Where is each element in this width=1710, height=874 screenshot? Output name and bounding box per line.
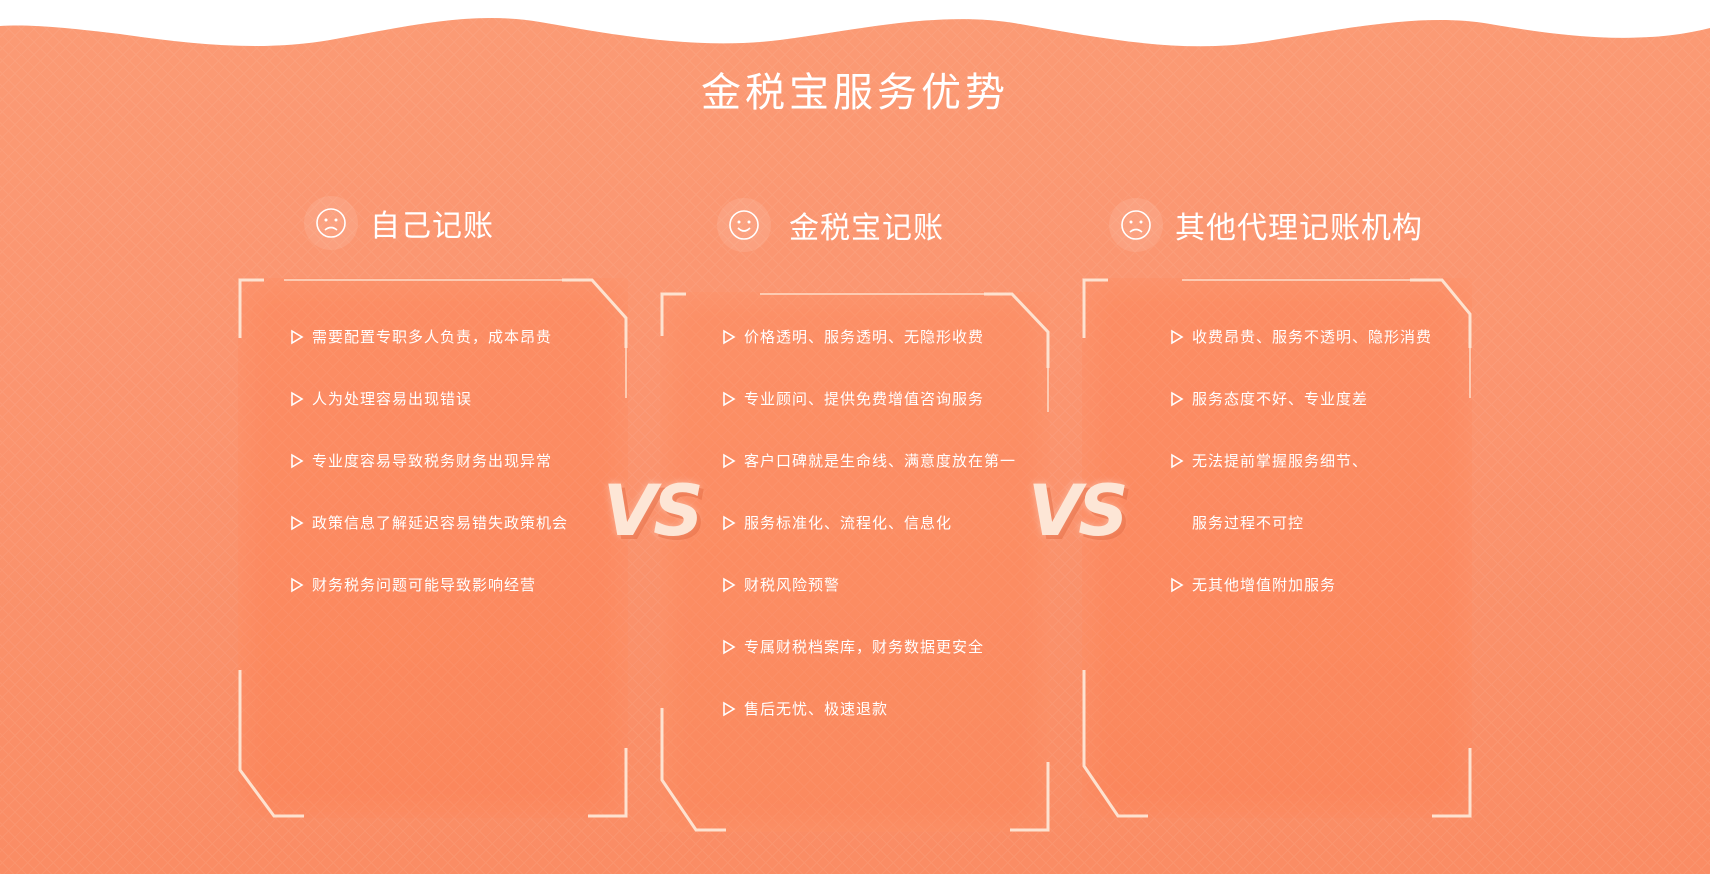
card-frame — [238, 278, 628, 818]
list-item: 无其他增值附加服务 — [1170, 574, 1336, 595]
triangle-bullet-icon — [291, 577, 304, 592]
card-frame — [1082, 278, 1472, 818]
vs-label: VS — [1028, 470, 1129, 552]
triangle-bullet-icon — [291, 515, 304, 530]
triangle-bullet-icon — [723, 577, 736, 592]
triangle-bullet-icon — [1171, 577, 1184, 592]
list-item: 服务态度不好、专业度差 — [1170, 388, 1368, 409]
list-item: 服务过程不可控 — [1192, 514, 1305, 532]
column-heading: 其他代理记账机构 — [1175, 211, 1423, 246]
list-item: 人为处理容易出现错误 — [290, 388, 472, 409]
comparison-card-jinshuibao: 价格透明、服务透明、无隐形收费 专业顾问、提供免费增值咨询服务 客户口碑就是生命… — [660, 292, 1050, 832]
triangle-bullet-icon — [291, 391, 304, 406]
triangle-bullet-icon — [1171, 329, 1184, 344]
list-item: 服务标准化、流程化、信息化 — [722, 512, 952, 533]
triangle-bullet-icon — [723, 515, 736, 530]
column-heading: 金税宝记账 — [789, 211, 944, 246]
list-item: 客户口碑就是生命线、满意度放在第一 — [722, 450, 1016, 471]
card-frame — [660, 292, 1050, 832]
list-item: 专属财税档案库，财务数据更安全 — [722, 636, 984, 657]
column-heading: 自己记账 — [370, 209, 494, 244]
list-item: 专业顾问、提供免费增值咨询服务 — [722, 388, 984, 409]
list-item: 政策信息了解延迟容易错失政策机会 — [290, 512, 568, 533]
comparison-card-other-agencies: 收费昂贵、服务不透明、隐形消费 服务态度不好、专业度差 无法提前掌握服务细节、 … — [1082, 278, 1472, 818]
triangle-bullet-icon — [723, 329, 736, 344]
column-header-jinshuibao: 金税宝记账 — [717, 198, 944, 252]
column-header-other-agencies: 其他代理记账机构 — [1109, 198, 1423, 252]
triangle-bullet-icon — [723, 453, 736, 468]
list-item: 财务税务问题可能导致影响经营 — [290, 574, 536, 595]
triangle-bullet-icon — [723, 639, 736, 654]
comparison-card-self: 需要配置专职多人负责，成本昂贵 人为处理容易出现错误 专业度容易导致税务财务出现… — [238, 278, 628, 818]
list-item: 无法提前掌握服务细节、 — [1170, 450, 1368, 471]
triangle-bullet-icon — [291, 329, 304, 344]
services-advantage-section: 金税宝服务优势 自己记账 金税宝记账 其他代理记账机构 需要配置专职多人负责，成… — [0, 0, 1710, 874]
page-title: 金税宝服务优势 — [701, 70, 1009, 116]
column-header-self: 自己记账 — [304, 196, 494, 250]
list-item: 财税风险预警 — [722, 574, 840, 595]
vs-label: VS — [603, 470, 704, 552]
sad-face-icon — [1109, 198, 1163, 252]
triangle-bullet-icon — [291, 453, 304, 468]
smile-face-icon — [717, 198, 771, 252]
list-item: 专业度容易导致税务财务出现异常 — [290, 450, 552, 471]
triangle-bullet-icon — [723, 701, 736, 716]
list-item: 需要配置专职多人负责，成本昂贵 — [290, 326, 552, 347]
sad-face-icon — [304, 196, 358, 250]
triangle-bullet-icon — [1171, 453, 1184, 468]
list-item: 售后无忧、极速退款 — [722, 698, 888, 719]
list-item: 价格透明、服务透明、无隐形收费 — [722, 326, 984, 347]
list-item: 收费昂贵、服务不透明、隐形消费 — [1170, 326, 1432, 347]
triangle-bullet-icon — [723, 391, 736, 406]
triangle-bullet-icon — [1171, 391, 1184, 406]
